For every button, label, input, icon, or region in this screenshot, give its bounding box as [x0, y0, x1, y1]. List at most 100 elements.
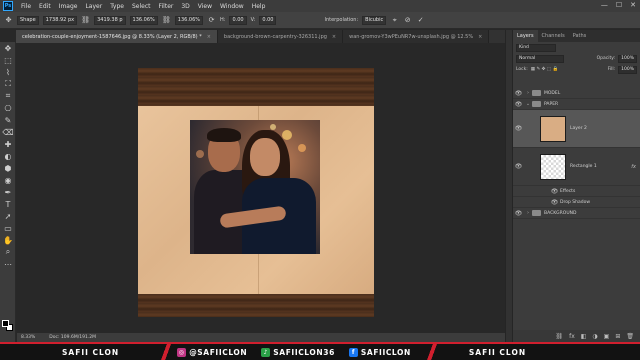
close-tab-icon[interactable]: ×	[207, 34, 211, 40]
shape-mode-select[interactable]: Shape	[17, 15, 39, 25]
filter-row: Kind	[513, 42, 640, 53]
opacity-label: Opacity:	[596, 56, 616, 61]
dodge-tool-icon[interactable]: ◐	[0, 150, 16, 162]
menu-filter[interactable]: Filter	[155, 3, 178, 10]
layer-rectangle-1[interactable]: 👁 Rectangle 1 fx	[513, 148, 640, 186]
gradient-tool-icon[interactable]: ⬢	[0, 162, 16, 174]
tab-channels[interactable]: Channels	[538, 30, 569, 42]
eye-icon[interactable]: 👁	[513, 90, 524, 97]
commit-icon[interactable]: ✓	[416, 16, 425, 25]
fx-icon[interactable]: fx	[631, 164, 636, 170]
menu-image[interactable]: Image	[55, 3, 82, 10]
chevron-right-icon[interactable]: ›	[524, 210, 532, 216]
marquee-tool-icon[interactable]: ⬚	[0, 54, 16, 66]
eye-icon[interactable]: 👁	[513, 125, 524, 132]
rectangle-tool-icon[interactable]: ▭	[0, 222, 16, 234]
warp-icon[interactable]: ⌖	[390, 16, 399, 25]
close-tab-icon[interactable]: ×	[478, 34, 482, 40]
new-layer-icon[interactable]: ⊞	[615, 333, 620, 340]
menu-edit[interactable]: Edit	[35, 3, 55, 10]
stamp-tool-icon[interactable]: ✚	[0, 138, 16, 150]
blur-tool-icon[interactable]: ◉	[0, 174, 16, 186]
lock-icons[interactable]: ▦ ✎ ✥ ⬚ 🔒	[531, 67, 558, 72]
crop-tool-icon[interactable]: ⛶	[0, 78, 16, 90]
group-icon[interactable]: ▣	[604, 333, 610, 340]
eye-icon[interactable]: 👁	[513, 210, 524, 217]
kind-filter-select[interactable]: Kind	[516, 43, 556, 52]
close-icon[interactable]: ✕	[630, 1, 636, 9]
close-tab-icon[interactable]: ×	[332, 34, 336, 40]
canvas-area[interactable]	[17, 43, 505, 333]
chevron-right-icon[interactable]: ›	[524, 90, 532, 96]
layer-group-model[interactable]: 👁 › MODEL	[513, 88, 640, 99]
chain-icon[interactable]: ⛓	[162, 16, 171, 25]
eye-icon[interactable]: 👁	[549, 188, 560, 195]
menu-view[interactable]: View	[194, 3, 216, 10]
frame-tool-icon[interactable]: ⌗	[0, 90, 16, 102]
more-tools-icon[interactable]: ⋯	[0, 258, 16, 270]
adjustment-icon[interactable]: ◑	[592, 333, 597, 340]
link-layers-icon[interactable]: ⛓	[555, 333, 563, 340]
tab-paths[interactable]: Paths	[569, 30, 591, 42]
menu-help[interactable]: Help	[248, 3, 270, 10]
interpolation-select[interactable]: Bicubic	[362, 15, 387, 25]
rotate-icon[interactable]: ⟳	[207, 16, 216, 25]
layer-group-background[interactable]: 👁 › BACKGROUND	[513, 208, 640, 219]
menu-3d[interactable]: 3D	[177, 3, 193, 10]
move-tool-icon[interactable]: ✥	[4, 16, 13, 25]
maximize-icon[interactable]: ☐	[616, 1, 622, 9]
doc-size[interactable]: Doc: 109.6M/191.2M	[49, 335, 96, 340]
layer-2[interactable]: 👁 Layer 2	[513, 110, 640, 148]
mask-icon[interactable]: ◧	[581, 333, 587, 340]
layer-name: Rectangle 1	[570, 164, 597, 169]
eye-icon[interactable]: 👁	[549, 199, 560, 206]
fx-icon[interactable]: fx	[569, 333, 575, 340]
layer-group-paper[interactable]: 👁 ⌄ PAPER	[513, 99, 640, 110]
blend-mode-select[interactable]: Normal	[516, 54, 564, 63]
h-field[interactable]: 0.00	[229, 15, 247, 25]
link-icon[interactable]: ⛓	[81, 16, 90, 25]
eyedropper-tool-icon[interactable]: ⎔	[0, 102, 16, 114]
document-canvas[interactable]	[138, 68, 374, 317]
zoom-level[interactable]: 8.33%	[21, 335, 35, 340]
v-field[interactable]: 0.00	[259, 15, 277, 25]
zoom-tool-icon[interactable]: ⌕	[0, 246, 16, 258]
lasso-tool-icon[interactable]: ⌇	[0, 66, 16, 78]
eye-icon[interactable]: 👁	[513, 101, 524, 108]
height-field[interactable]: 3419.38 p	[94, 15, 126, 25]
tab-wan-gromov[interactable]: wan-gromov-Y3wPEuNR7w-unsplash.jpg @ 12.…	[343, 30, 490, 43]
tab-label: background-brown-carpentry-326311.jpg	[223, 33, 327, 40]
eye-icon[interactable]: 👁	[513, 163, 524, 170]
foreground-color-swatch[interactable]	[2, 320, 9, 327]
move-tool-icon[interactable]: ✥	[0, 42, 16, 54]
couple-photo[interactable]	[190, 120, 320, 254]
cancel-icon[interactable]: ⊘	[403, 16, 412, 25]
tab-celebration[interactable]: celebration-couple-enjoyment-1587646.jpg…	[16, 30, 218, 43]
hand-tool-icon[interactable]: ✋	[0, 234, 16, 246]
menu-select[interactable]: Select	[128, 3, 155, 10]
tab-background[interactable]: background-brown-carpentry-326311.jpg ×	[217, 30, 344, 43]
fill-field[interactable]: 100%	[618, 65, 637, 74]
minimize-icon[interactable]: —	[601, 1, 608, 9]
menu-layer[interactable]: Layer	[81, 3, 106, 10]
menu-type[interactable]: Type	[106, 3, 128, 10]
path-select-tool-icon[interactable]: ➚	[0, 210, 16, 222]
brush-tool-icon[interactable]: ✎	[0, 114, 16, 126]
menu-file[interactable]: File	[17, 3, 35, 10]
tab-layers[interactable]: Layers	[513, 30, 538, 42]
pen-tool-icon[interactable]: ✒	[0, 186, 16, 198]
layer-effects[interactable]: 👁 Effects	[513, 186, 640, 197]
folder-icon	[532, 210, 541, 216]
interpolation-label: Interpolation:	[324, 17, 359, 23]
chevron-down-icon[interactable]: ⌄	[524, 101, 532, 107]
menu-window[interactable]: Window	[216, 3, 248, 10]
trash-icon[interactable]: 🗑	[626, 333, 634, 340]
layer-drop-shadow[interactable]: 👁 Drop Shadow	[513, 197, 640, 208]
eraser-tool-icon[interactable]: ⌫	[0, 126, 16, 138]
type-tool-icon[interactable]: T	[0, 198, 16, 210]
scale2-field[interactable]: 136.06%	[174, 15, 204, 25]
collapsed-panel-strip[interactable]	[505, 30, 513, 342]
opacity-field[interactable]: 100%	[618, 54, 637, 63]
width-field[interactable]: 1738.92 px	[42, 15, 78, 25]
scale-field[interactable]: 136.06%	[129, 15, 158, 25]
